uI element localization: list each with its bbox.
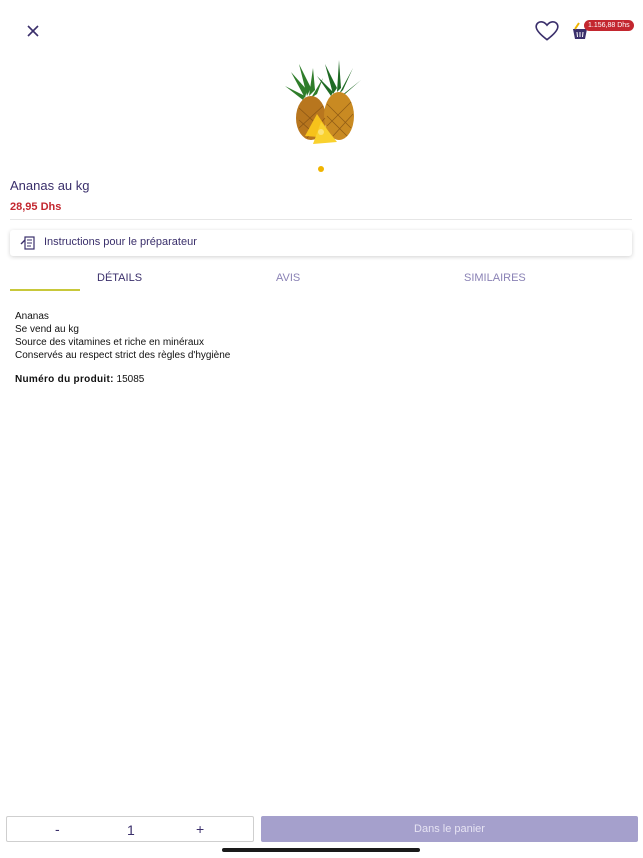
detail-line: Se vend au kg	[15, 324, 79, 335]
active-tab-indicator	[10, 289, 80, 291]
note-edit-icon	[20, 236, 35, 250]
detail-line: Conservés au respect strict des règles d…	[15, 350, 231, 361]
preparer-instructions-button[interactable]: Instructions pour le préparateur	[10, 230, 632, 256]
product-title: Ananas au kg	[10, 178, 90, 193]
cart-total-badge: 1.156,88 Dhs	[584, 20, 634, 31]
tab-details[interactable]: DÉTAILS	[97, 272, 142, 284]
detail-line: Source des vitamines et riche en minérau…	[15, 337, 204, 348]
product-number-value: 15085	[116, 374, 145, 385]
close-button[interactable]	[22, 20, 44, 42]
add-to-cart-label: Dans le panier	[414, 823, 485, 835]
tab-avis[interactable]: AVIS	[276, 272, 300, 284]
add-to-cart-button[interactable]: Dans le panier	[261, 816, 638, 842]
detail-line: Ananas	[15, 311, 49, 322]
decrease-quantity-button[interactable]: -	[55, 821, 60, 837]
quantity-stepper: - 1 +	[6, 816, 254, 842]
product-number: Numéro du produit: 15085	[15, 374, 144, 385]
pineapple-image	[277, 58, 365, 148]
cart-button[interactable]: 1.156,88 Dhs	[570, 18, 634, 42]
product-price: 28,95 Dhs	[10, 201, 62, 213]
product-number-label: Numéro du produit:	[15, 374, 114, 385]
instructions-label: Instructions pour le préparateur	[44, 236, 197, 248]
quantity-value: 1	[127, 822, 135, 838]
carousel-dot[interactable]	[318, 166, 324, 172]
increase-quantity-button[interactable]: +	[196, 821, 204, 837]
close-icon	[27, 25, 39, 37]
home-indicator[interactable]	[222, 848, 420, 852]
divider	[10, 219, 632, 220]
heart-icon	[535, 20, 559, 41]
tab-similaires[interactable]: SIMILAIRES	[464, 272, 526, 284]
favorite-button[interactable]	[534, 18, 560, 44]
